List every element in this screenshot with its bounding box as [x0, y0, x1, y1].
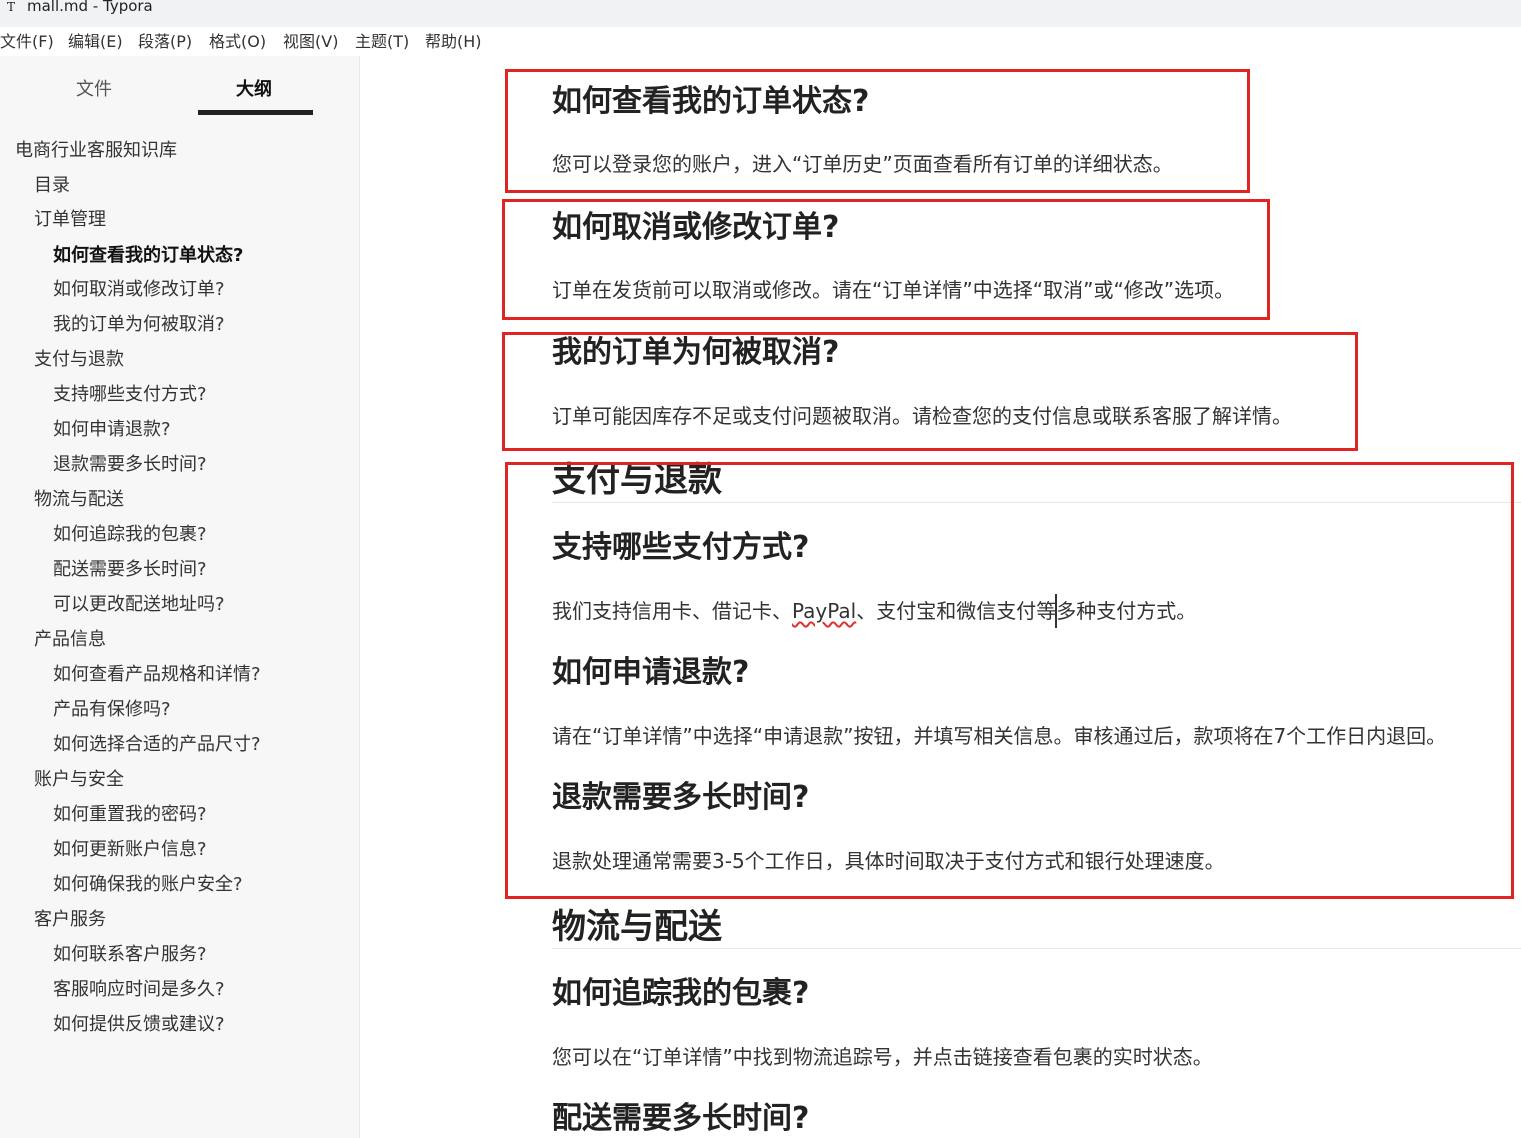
heading-cancel-modify[interactable]: 如何取消或修改订单?	[552, 210, 839, 246]
outline-item[interactable]: 账户与安全	[34, 768, 124, 792]
menu-file[interactable]: 文件(F)	[0, 32, 54, 52]
outline-item[interactable]: 电商行业客服知识库	[15, 139, 177, 163]
answer-payment-methods[interactable]: 我们支持信用卡、借记卡、PayPal、支付宝和微信支付等多种支付方式。	[552, 598, 1196, 624]
heading-payment-methods[interactable]: 支持哪些支付方式?	[552, 530, 809, 566]
answer-cancel-modify[interactable]: 订单在发货前可以取消或修改。请在“订单详情”中选择“取消”或“修改”选项。	[552, 277, 1234, 303]
outline-item[interactable]: 如何查看产品规格和详情?	[53, 663, 261, 687]
answer-order-status[interactable]: 您可以登录您的账户，进入“订单历史”页面查看所有订单的详细状态。	[552, 151, 1173, 177]
menu-theme[interactable]: 主题(T)	[355, 32, 409, 52]
heading-refund[interactable]: 如何申请退款?	[552, 655, 749, 691]
outline-item[interactable]: 如何取消或修改订单?	[53, 278, 225, 302]
outline-item[interactable]: 产品有保修吗?	[53, 698, 171, 722]
outline-item[interactable]: 客服响应时间是多久?	[53, 978, 225, 1002]
menu-format[interactable]: 格式(O)	[209, 32, 266, 52]
answer-refund[interactable]: 请在“订单详情”中选择“申请退款”按钮，并填写相关信息。审核通过后，款项将在7个…	[552, 723, 1446, 749]
answer-text: 我们支持信用卡、借记卡、	[552, 599, 792, 623]
outline-item[interactable]: 如何联系客户服务?	[53, 943, 207, 967]
text-cursor	[1055, 594, 1057, 628]
title-bar: T mall.md - Typora	[0, 0, 1521, 27]
heading-refund-time[interactable]: 退款需要多长时间?	[552, 780, 809, 816]
tab-files[interactable]: 文件	[76, 78, 112, 102]
section-divider	[552, 948, 1521, 949]
outline-item[interactable]: 如何确保我的账户安全?	[53, 873, 243, 897]
answer-why-cancelled[interactable]: 订单可能因库存不足或支付问题被取消。请检查您的支付信息或联系客服了解详情。	[552, 403, 1292, 429]
outline-item[interactable]: 如何更新账户信息?	[53, 838, 207, 862]
outline-item[interactable]: 物流与配送	[34, 488, 124, 512]
outline-item[interactable]: 如何重置我的密码?	[53, 803, 207, 827]
active-tab-indicator	[198, 110, 313, 115]
heading-order-status[interactable]: 如何查看我的订单状态?	[552, 84, 869, 120]
outline-item[interactable]: 退款需要多长时间?	[53, 453, 207, 477]
menu-edit[interactable]: 编辑(E)	[68, 32, 123, 52]
outline-item[interactable]: 如何追踪我的包裹?	[53, 523, 207, 547]
typora-window: T mall.md - Typora 文件(F) 编辑(E) 段落(P) 格式(…	[0, 0, 1521, 1138]
heading-delivery-time[interactable]: 配送需要多长时间?	[552, 1101, 809, 1137]
section-divider	[552, 502, 1521, 503]
outline-item[interactable]: 可以更改配送地址吗?	[53, 593, 225, 617]
spellcheck-word[interactable]: PayPal	[792, 599, 856, 623]
outline-item[interactable]: 订单管理	[34, 208, 106, 232]
outline-item[interactable]: 目录	[34, 174, 70, 198]
menu-paragraph[interactable]: 段落(P)	[138, 32, 192, 52]
outline-item[interactable]: 配送需要多长时间?	[53, 558, 207, 582]
typora-app-icon: T	[6, 0, 15, 14]
editor-content[interactable]: 如何查看我的订单状态? 您可以登录您的账户，进入“订单历史”页面查看所有订单的详…	[360, 56, 1521, 1138]
outline-item-active[interactable]: 如何查看我的订单状态?	[53, 244, 243, 268]
section-heading-logistics[interactable]: 物流与配送	[552, 907, 722, 947]
outline-item[interactable]: 支付与退款	[34, 348, 124, 372]
menu-bar: 文件(F) 编辑(E) 段落(P) 格式(O) 视图(V) 主题(T) 帮助(H…	[0, 28, 1521, 56]
outline-item[interactable]: 产品信息	[34, 628, 106, 652]
answer-refund-time[interactable]: 退款处理通常需要3-5个工作日，具体时间取决于支付方式和银行处理速度。	[552, 848, 1225, 874]
outline-item[interactable]: 如何申请退款?	[53, 418, 171, 442]
outline-item[interactable]: 如何选择合适的产品尺寸?	[53, 733, 261, 757]
answer-track[interactable]: 您可以在“订单详情”中找到物流追踪号，并点击链接查看包裹的实时状态。	[552, 1044, 1213, 1070]
heading-track[interactable]: 如何追踪我的包裹?	[552, 976, 809, 1012]
outline-item[interactable]: 如何提供反馈或建议?	[53, 1013, 225, 1037]
answer-text: 、支付宝和微信支付等多种支付方式。	[856, 599, 1197, 623]
window-title: mall.md - Typora	[27, 0, 153, 15]
menu-help[interactable]: 帮助(H)	[425, 32, 482, 52]
heading-why-cancelled[interactable]: 我的订单为何被取消?	[552, 335, 839, 371]
outline-item[interactable]: 我的订单为何被取消?	[53, 313, 225, 337]
section-heading-payment[interactable]: 支付与退款	[552, 460, 722, 500]
sidebar: 文件 大纲 电商行业客服知识库 目录 订单管理 如何查看我的订单状态? 如何取消…	[0, 56, 360, 1138]
outline-item[interactable]: 支持哪些支付方式?	[53, 383, 207, 407]
outline-item[interactable]: 客户服务	[34, 908, 106, 932]
tab-outline[interactable]: 大纲	[236, 78, 272, 102]
menu-view[interactable]: 视图(V)	[283, 32, 338, 52]
